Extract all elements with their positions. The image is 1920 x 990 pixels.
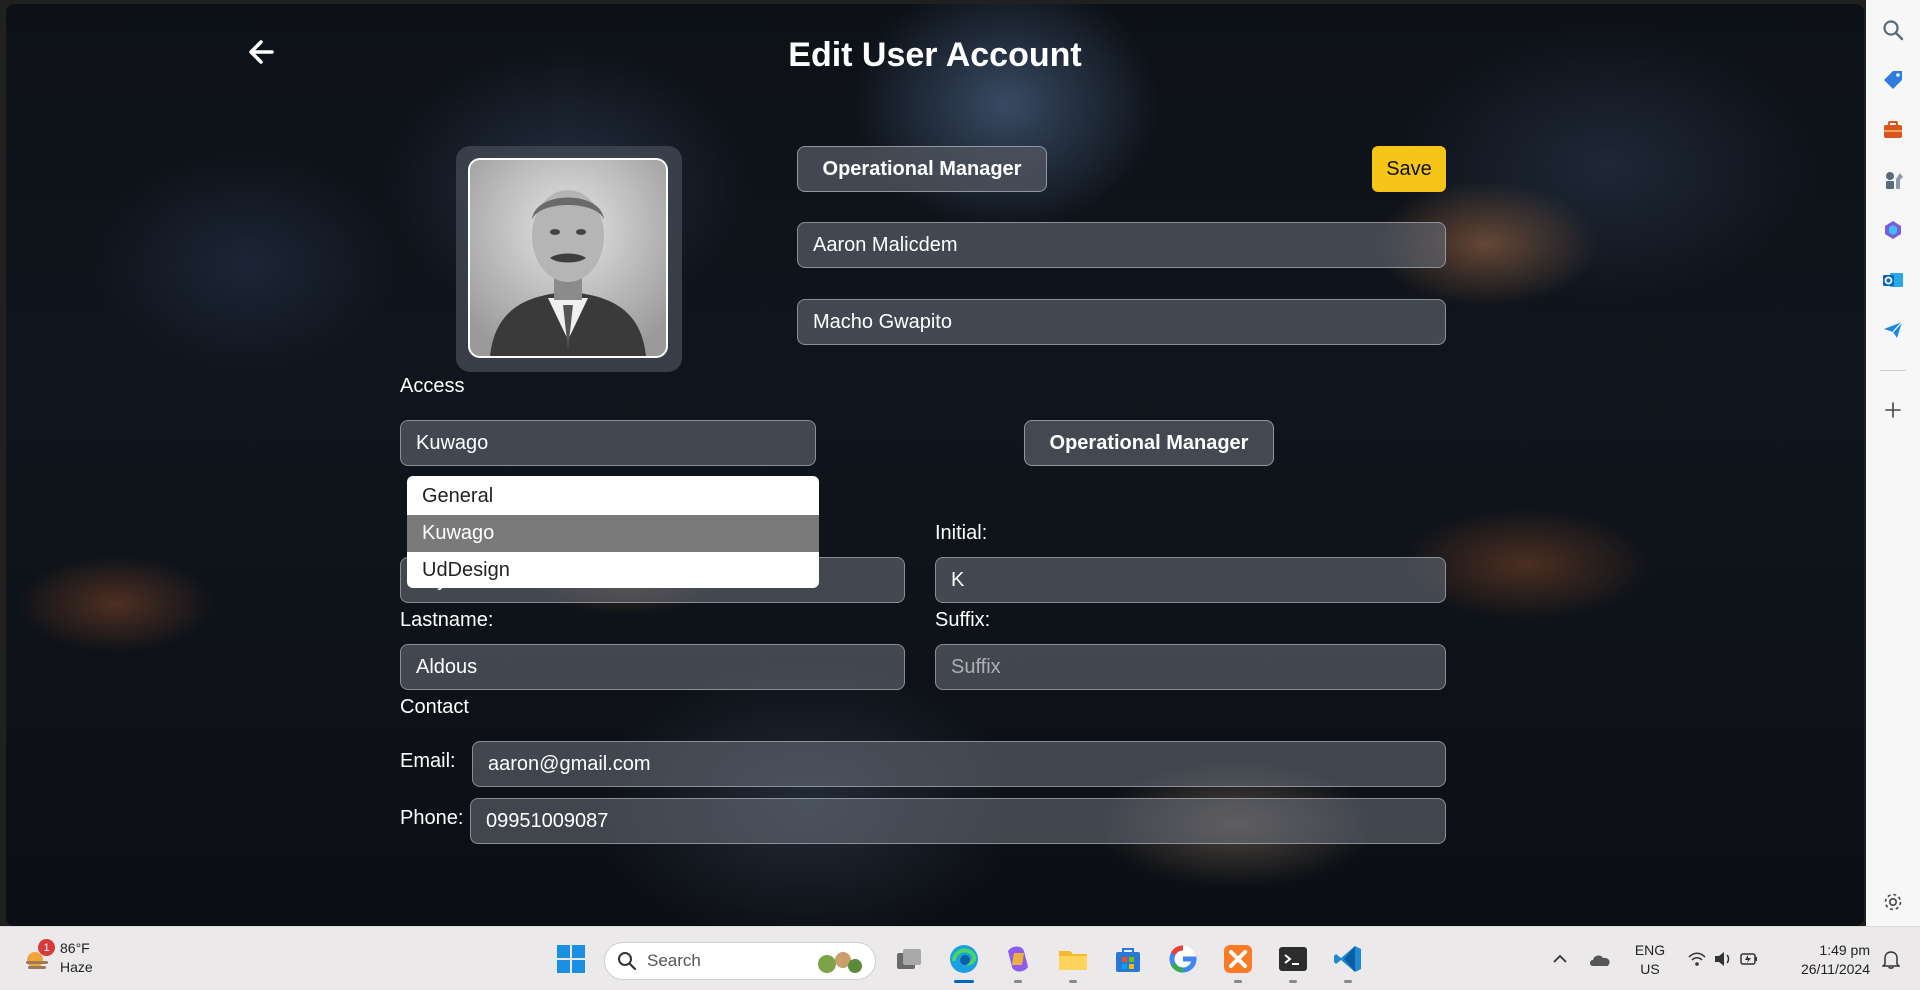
task-view-button[interactable] [891, 941, 927, 977]
profile-photo [468, 158, 668, 358]
access-dropdown-menu: General Kuwago UdDesign [407, 476, 819, 588]
suffix-field[interactable]: Suffix [935, 644, 1446, 690]
notifications-bell-icon[interactable] [1876, 941, 1906, 977]
save-button[interactable]: Save [1372, 146, 1446, 192]
onedrive-icon[interactable] [1584, 941, 1616, 977]
vscode-icon[interactable] [1330, 941, 1366, 983]
start-button[interactable] [553, 941, 589, 977]
volume-icon[interactable] [1710, 941, 1736, 977]
sidebar-divider [1880, 370, 1906, 371]
initial-field[interactable]: K [935, 557, 1446, 603]
email-field[interactable]: aaron@gmail.com [472, 741, 1446, 787]
language-indicator[interactable]: ENG US [1630, 941, 1670, 979]
copilot-icon[interactable] [1881, 218, 1905, 242]
running-indicator [1014, 980, 1022, 983]
app-window: Edit User Account Operational Manager Sa… [6, 4, 1864, 926]
lastname-field[interactable]: Aldous [400, 644, 905, 690]
clock[interactable]: 1:49 pm 26/11/2024 [1780, 941, 1870, 979]
search-icon[interactable] [1881, 18, 1905, 42]
suffix-label: Suffix: [935, 609, 991, 631]
chess-icon[interactable] [1881, 168, 1905, 192]
settings-icon[interactable] [1881, 890, 1905, 914]
file-explorer-icon[interactable] [1055, 941, 1091, 983]
page-title: Edit User Account [788, 36, 1082, 74]
clock-time: 1:49 pm [1819, 942, 1870, 958]
edge-browser-icon[interactable] [946, 941, 982, 983]
send-icon[interactable] [1881, 318, 1905, 342]
google-chrome-icon[interactable] [1165, 941, 1201, 977]
outlook-icon[interactable] [1881, 268, 1905, 292]
weather-widget[interactable]: 1 86°F Haze [22, 939, 93, 977]
initial-label: Initial: [935, 522, 988, 544]
weather-icon: 1 [22, 939, 55, 973]
active-indicator [954, 980, 974, 983]
contact-label: Contact [400, 696, 469, 718]
profile-photo-frame[interactable] [456, 146, 682, 372]
weather-badge: 1 [38, 939, 55, 956]
nickname-field[interactable]: Macho Gwapito [797, 299, 1446, 345]
access-label: Access [400, 375, 465, 397]
taskbar-search-label: Search [647, 951, 701, 970]
battery-icon[interactable] [1736, 941, 1762, 977]
tag-icon[interactable] [1881, 68, 1905, 92]
running-indicator [1289, 980, 1297, 983]
store-icon[interactable] [1110, 941, 1146, 977]
wifi-icon[interactable] [1684, 941, 1710, 977]
fullname-field[interactable]: Aaron Malicdem [797, 222, 1446, 268]
running-indicator [1234, 980, 1242, 983]
briefcase-icon[interactable] [1881, 118, 1905, 142]
xampp-icon[interactable] [1220, 941, 1256, 983]
weather-temp: 86°F [60, 940, 90, 956]
copilot-app-icon[interactable] [1000, 941, 1036, 983]
weather-condition: Haze [60, 959, 93, 975]
email-label: Email: [400, 750, 456, 772]
access-option-uddesign[interactable]: UdDesign [407, 552, 819, 588]
chevron-up-icon[interactable] [1544, 941, 1576, 977]
phone-field[interactable]: 09951009087 [470, 798, 1446, 844]
language-code: ENG [1634, 942, 1666, 958]
access-select[interactable]: Kuwago [400, 420, 816, 466]
clock-date: 26/11/2024 [1800, 961, 1870, 977]
running-indicator [1344, 980, 1352, 983]
running-indicator [1069, 980, 1077, 983]
browser-sidebar [1866, 0, 1920, 926]
access-option-general[interactable]: General [407, 478, 819, 515]
phone-label: Phone: [400, 807, 464, 829]
role-badge-button-2[interactable]: Operational Manager [1024, 420, 1274, 466]
access-option-kuwago[interactable]: Kuwago [407, 515, 819, 552]
add-icon[interactable] [1881, 398, 1905, 422]
role-badge-button[interactable]: Operational Manager [797, 146, 1047, 192]
language-region: US [1640, 961, 1660, 977]
search-highlight-icon [818, 952, 862, 973]
taskbar-search[interactable]: Search [604, 942, 876, 980]
lastname-label: Lastname: [400, 609, 494, 631]
search-icon [618, 952, 637, 971]
terminal-icon[interactable] [1275, 941, 1311, 983]
taskbar: 1 86°F Haze Search ENG US 1:49 pm 26/11/… [0, 926, 1920, 990]
